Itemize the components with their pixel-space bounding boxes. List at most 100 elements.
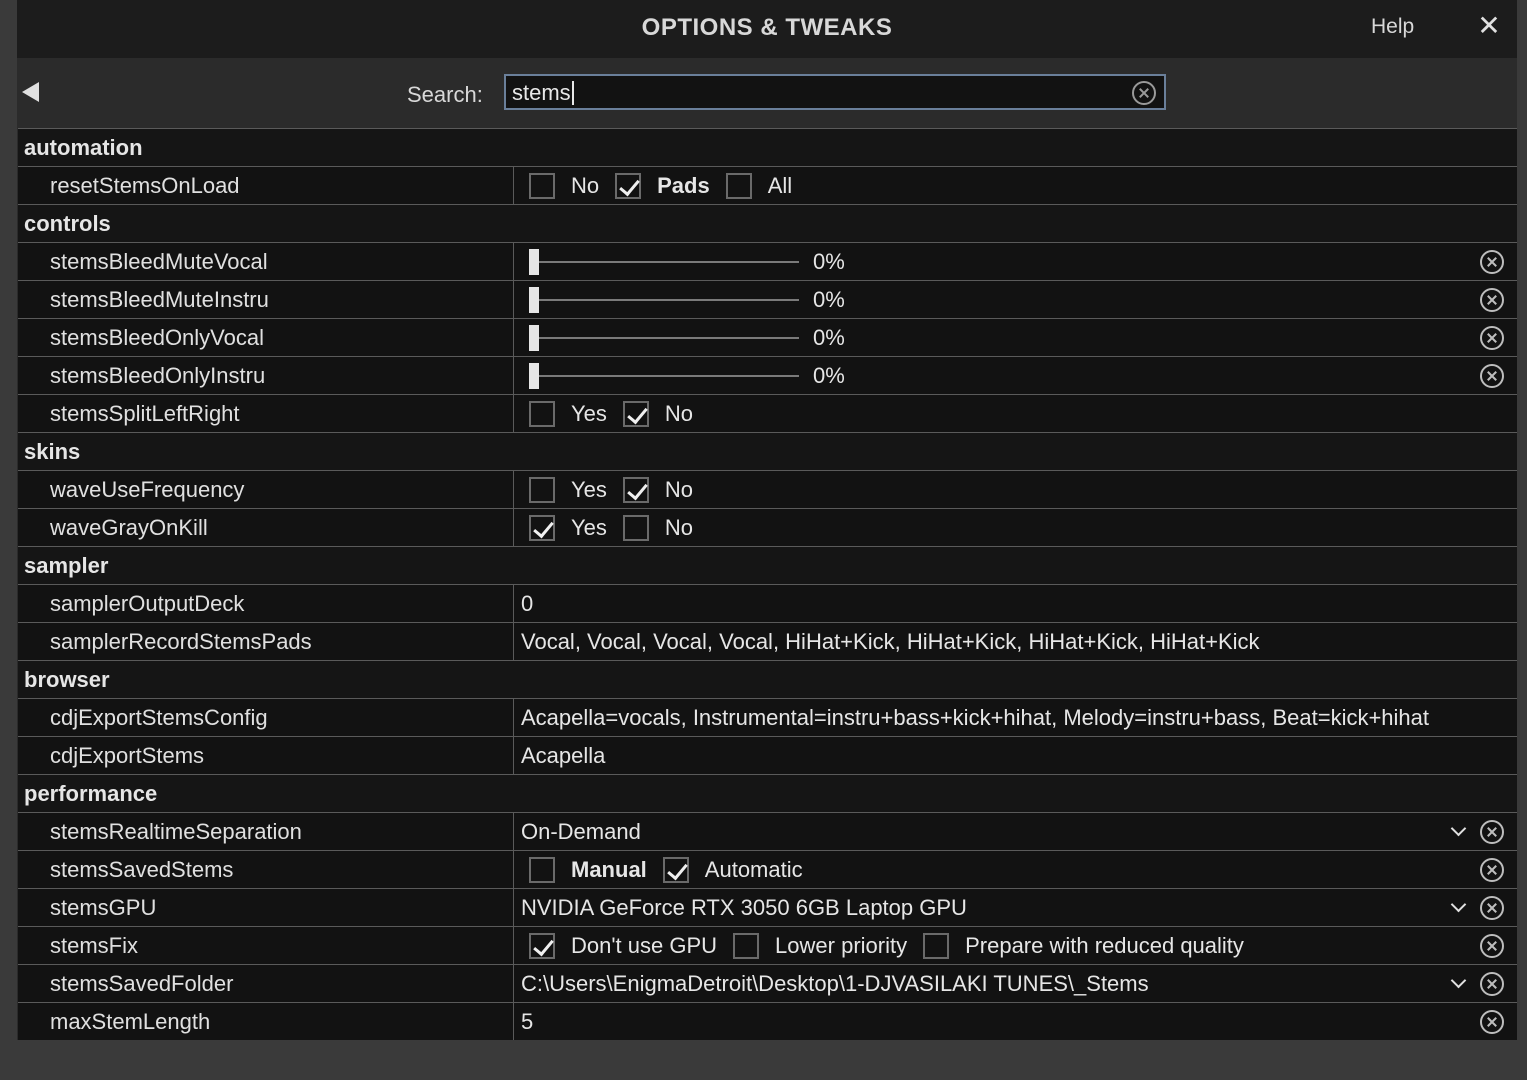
option-label: No	[664, 515, 694, 540]
checkbox-checked[interactable]	[622, 401, 649, 427]
slider-value: 0%	[813, 287, 845, 312]
slider-track	[529, 375, 799, 377]
section-header-automation: automation	[18, 129, 1517, 167]
checkbox[interactable]	[725, 173, 752, 199]
checkbox-checked[interactable]	[529, 933, 555, 959]
setting-name: stemsBleedOnlyVocal	[50, 325, 264, 350]
setting-value-field[interactable]: 5	[515, 1003, 1517, 1040]
setting-name: cdjExportStems	[50, 743, 205, 768]
reset-clear-icon[interactable]	[1480, 288, 1504, 312]
section-label: automation	[24, 135, 143, 160]
reset-clear-icon[interactable]	[1480, 820, 1504, 844]
help-button[interactable]: Help	[1371, 15, 1414, 39]
checkbox[interactable]	[529, 173, 555, 199]
close-icon[interactable]: ✕	[1475, 10, 1503, 42]
back-arrow-icon[interactable]	[22, 82, 39, 102]
checkbox-checked[interactable]	[615, 173, 642, 199]
reset-clear-icon[interactable]	[1480, 972, 1504, 996]
chevron-down-icon[interactable]	[1450, 972, 1467, 989]
search-label: Search:	[407, 82, 483, 107]
option-label: Pads	[657, 173, 710, 198]
setting-name-cell: cdjExportStemsConfig	[18, 699, 514, 736]
option-dont-use-gpu[interactable]: Don't use GPU	[529, 933, 717, 959]
setting-value: Vocal, Vocal, Vocal, Vocal, HiHat+Kick, …	[521, 629, 1260, 654]
checkbox-checked[interactable]	[622, 477, 649, 503]
option-lower-priority[interactable]: Lower priority	[733, 933, 907, 959]
option-label: No	[664, 477, 694, 502]
checkbox-checked[interactable]	[529, 515, 555, 541]
slider-value: 0%	[813, 363, 845, 388]
reset-clear-icon[interactable]	[1480, 250, 1504, 274]
option-label: Lower priority	[775, 933, 908, 958]
reset-clear-icon[interactable]	[1480, 858, 1504, 882]
option-label: Manual	[571, 857, 647, 882]
checkbox[interactable]	[529, 477, 555, 503]
setting-name-cell: stemsGPU	[18, 889, 514, 926]
checkbox[interactable]	[733, 933, 760, 959]
setting-dropdown[interactable]: NVIDIA GeForce RTX 3050 6GB Laptop GPU	[515, 889, 1517, 926]
setting-value-field[interactable]: Vocal, Vocal, Vocal, Vocal, HiHat+Kick, …	[515, 623, 1517, 660]
options-window: OPTIONS & TWEAKS Help ✕ Search: stems au…	[17, 0, 1517, 1080]
search-clear-icon[interactable]	[1132, 81, 1156, 105]
reset-clear-icon[interactable]	[1480, 1010, 1504, 1034]
slider-handle[interactable]	[529, 363, 539, 389]
option-no[interactable]: No	[622, 477, 694, 503]
reset-clear-icon[interactable]	[1480, 896, 1504, 920]
section-header-sampler: sampler	[18, 547, 1517, 585]
reset-clear-icon[interactable]	[1480, 326, 1504, 350]
option-automatic[interactable]: Automatic	[662, 857, 803, 883]
setting-row-resetStemsOnLoad: resetStemsOnLoad No Pads All	[18, 167, 1517, 205]
dropdown-value: NVIDIA GeForce RTX 3050 6GB Laptop GPU	[521, 895, 967, 920]
option-yes[interactable]: Yes	[529, 477, 607, 503]
option-yes[interactable]: Yes	[529, 401, 607, 427]
setting-row-stemsSplitLeftRight: stemsSplitLeftRight Yes No	[18, 395, 1517, 433]
slider[interactable]	[529, 325, 799, 351]
slider-value: 0%	[813, 325, 845, 350]
reset-clear-icon[interactable]	[1480, 934, 1504, 958]
setting-dropdown[interactable]: On-Demand	[515, 813, 1517, 850]
slider-handle[interactable]	[529, 325, 539, 351]
slider-handle[interactable]	[529, 287, 539, 313]
slider[interactable]	[529, 249, 799, 275]
checkbox[interactable]	[622, 515, 649, 541]
option-reduced-quality[interactable]: Prepare with reduced quality	[923, 933, 1244, 959]
setting-value-field[interactable]: Acapella=vocals, Instrumental=instru+bas…	[515, 699, 1517, 736]
setting-value-field[interactable]: 0	[515, 585, 1517, 622]
option-all[interactable]: All	[725, 173, 792, 199]
checkbox[interactable]	[529, 401, 555, 427]
section-label: performance	[24, 781, 158, 806]
setting-name-cell: stemsSavedStems	[18, 851, 514, 888]
search-input-value[interactable]: stems	[512, 81, 574, 105]
setting-value: Acapella	[521, 743, 606, 768]
reset-clear-icon[interactable]	[1480, 364, 1504, 388]
setting-name-cell: cdjExportStems	[18, 737, 514, 774]
slider[interactable]	[529, 287, 799, 313]
setting-value-field[interactable]: Acapella	[515, 737, 1517, 774]
option-label: Yes	[571, 401, 607, 426]
checkbox[interactable]	[923, 933, 950, 959]
setting-name: cdjExportStemsConfig	[50, 705, 268, 730]
option-no[interactable]: No	[529, 173, 599, 199]
setting-row-waveUseFrequency: waveUseFrequency Yes No	[18, 471, 1517, 509]
slider[interactable]	[529, 363, 799, 389]
section-label: sampler	[24, 553, 109, 578]
chevron-down-icon[interactable]	[1450, 896, 1467, 913]
setting-name-cell: stemsBleedMuteInstru	[18, 281, 514, 318]
setting-value-cell: Manual Automatic	[515, 851, 1517, 888]
setting-value-cell: Yes No	[515, 471, 1517, 508]
option-no[interactable]: No	[622, 515, 694, 541]
search-input[interactable]: stems	[504, 74, 1166, 110]
section-label: controls	[24, 211, 111, 236]
option-pads[interactable]: Pads	[615, 173, 710, 199]
checkbox-checked[interactable]	[662, 857, 689, 883]
title-bar: OPTIONS & TWEAKS Help ✕	[17, 0, 1517, 58]
option-manual[interactable]: Manual	[529, 857, 647, 883]
option-yes[interactable]: Yes	[529, 515, 607, 541]
setting-dropdown[interactable]: C:\Users\EnigmaDetroit\Desktop\1-DJVASIL…	[515, 965, 1517, 1002]
option-no[interactable]: No	[622, 401, 693, 427]
slider-handle[interactable]	[529, 249, 539, 275]
setting-row-stemsGPU: stemsGPU NVIDIA GeForce RTX 3050 6GB Lap…	[18, 889, 1517, 927]
chevron-down-icon[interactable]	[1450, 820, 1467, 837]
checkbox[interactable]	[529, 857, 555, 883]
setting-name-cell: stemsBleedOnlyInstru	[18, 357, 514, 394]
